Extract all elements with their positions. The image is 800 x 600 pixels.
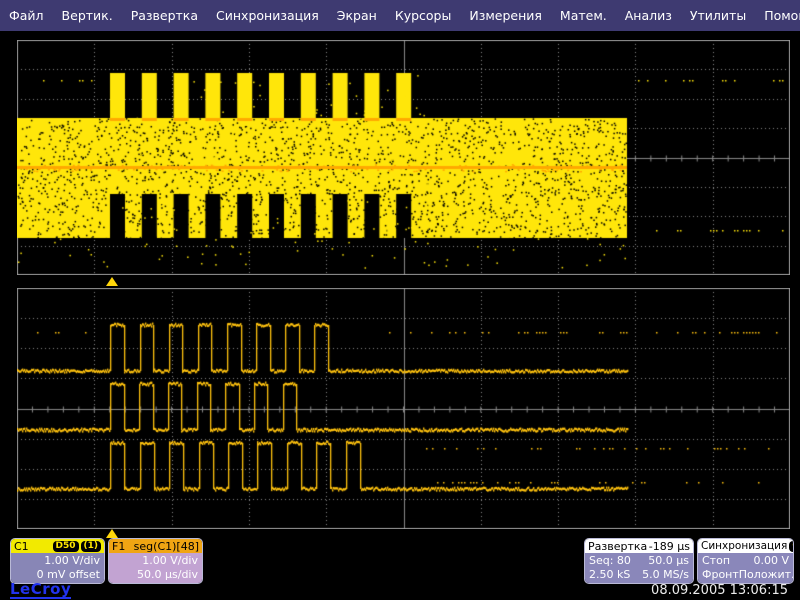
- menu-item-help[interactable]: Помощь: [755, 8, 800, 23]
- menu-item-utilities[interactable]: Утилиты: [681, 8, 755, 23]
- trigger-level: 0.00 V: [753, 554, 789, 568]
- timebase-rate: 5.0 MS/s: [642, 568, 689, 582]
- menu-item-analysis[interactable]: Анализ: [616, 8, 681, 23]
- menu-item-timebase[interactable]: Развертка: [122, 8, 207, 23]
- menu-item-file[interactable]: Файл: [0, 8, 53, 23]
- channel-c1-descriptor[interactable]: C1 D50 (1) 1.00 V/div 0 mV offset: [10, 538, 105, 584]
- trace-f1-header: F1 seg(C1)[48]: [109, 539, 202, 553]
- channel-c1-vdiv: 1.00 V/div: [15, 554, 100, 568]
- trigger-settings: Стоп 0.00 V Фронт Положит.: [698, 553, 793, 584]
- menu-item-trigger[interactable]: Синхронизация: [207, 8, 328, 23]
- timebase-settings: Seq: 80 50.0 µs 2.50 kS 5.0 MS/s: [585, 553, 693, 584]
- timebase-seq: Seq: 80: [589, 554, 631, 568]
- timebase-title: Развертка: [588, 540, 647, 553]
- menu-item-display[interactable]: Экран: [328, 8, 386, 23]
- menu-bar: Файл Вертик. Развертка Синхронизация Экр…: [0, 0, 800, 31]
- trigger-descriptor[interactable]: Синхронизация C1 Стоп 0.00 V Фронт Полож…: [697, 538, 794, 584]
- channel-c1-count-badge: (1): [81, 541, 102, 552]
- menu-item-measure[interactable]: Измерения: [460, 8, 551, 23]
- trace-f1-label: F1: [112, 540, 125, 553]
- timebase-descriptor[interactable]: Развертка -189 µs Seq: 80 50.0 µs 2.50 k…: [584, 538, 694, 584]
- trigger-title: Синхронизация: [701, 540, 787, 553]
- channel-c1-label: C1: [14, 540, 29, 553]
- channel-c1-header: C1 D50 (1): [11, 539, 104, 553]
- trigger-mode: Стоп: [702, 554, 730, 568]
- menu-item-cursors[interactable]: Курсоры: [386, 8, 461, 23]
- timebase-samples: 2.50 kS: [589, 568, 630, 582]
- trace-f1-settings: 1.00 V/div 50.0 µs/div: [109, 553, 202, 584]
- trigger-position-marker-bottom[interactable]: [106, 529, 118, 538]
- segment-traces-grid-display[interactable]: [17, 288, 790, 529]
- trigger-header: Синхронизация C1: [698, 539, 793, 553]
- timebase-tdiv: 50.0 µs: [648, 554, 689, 568]
- lecroy-logo: LeCroy: [10, 582, 71, 599]
- trace-f1-function: seg(C1)[48]: [134, 540, 199, 553]
- menu-item-math[interactable]: Матем.: [551, 8, 616, 23]
- trigger-slope: Положит.: [739, 568, 794, 582]
- trace-f1-vdiv: 1.00 V/div: [113, 554, 198, 568]
- timebase-header: Развертка -189 µs: [585, 539, 693, 553]
- trace-f1-descriptor[interactable]: F1 seg(C1)[48] 1.00 V/div 50.0 µs/div: [108, 538, 203, 584]
- oscilloscope-screen: Файл Вертик. Развертка Синхронизация Экр…: [0, 0, 800, 600]
- persistence-grid-display[interactable]: [17, 40, 790, 275]
- channel-c1-filter-badge: D50: [53, 541, 79, 552]
- menu-item-vertical[interactable]: Вертик.: [53, 8, 122, 23]
- trigger-position-marker-top[interactable]: [106, 277, 118, 286]
- trigger-source-badge: C1: [789, 541, 794, 552]
- trigger-slope-label: Фронт: [702, 568, 739, 582]
- datetime-display: 08.09.2005 13:06:15: [651, 583, 788, 598]
- trace-f1-tdiv: 50.0 µs/div: [113, 568, 198, 582]
- timebase-delay: -189 µs: [649, 540, 690, 553]
